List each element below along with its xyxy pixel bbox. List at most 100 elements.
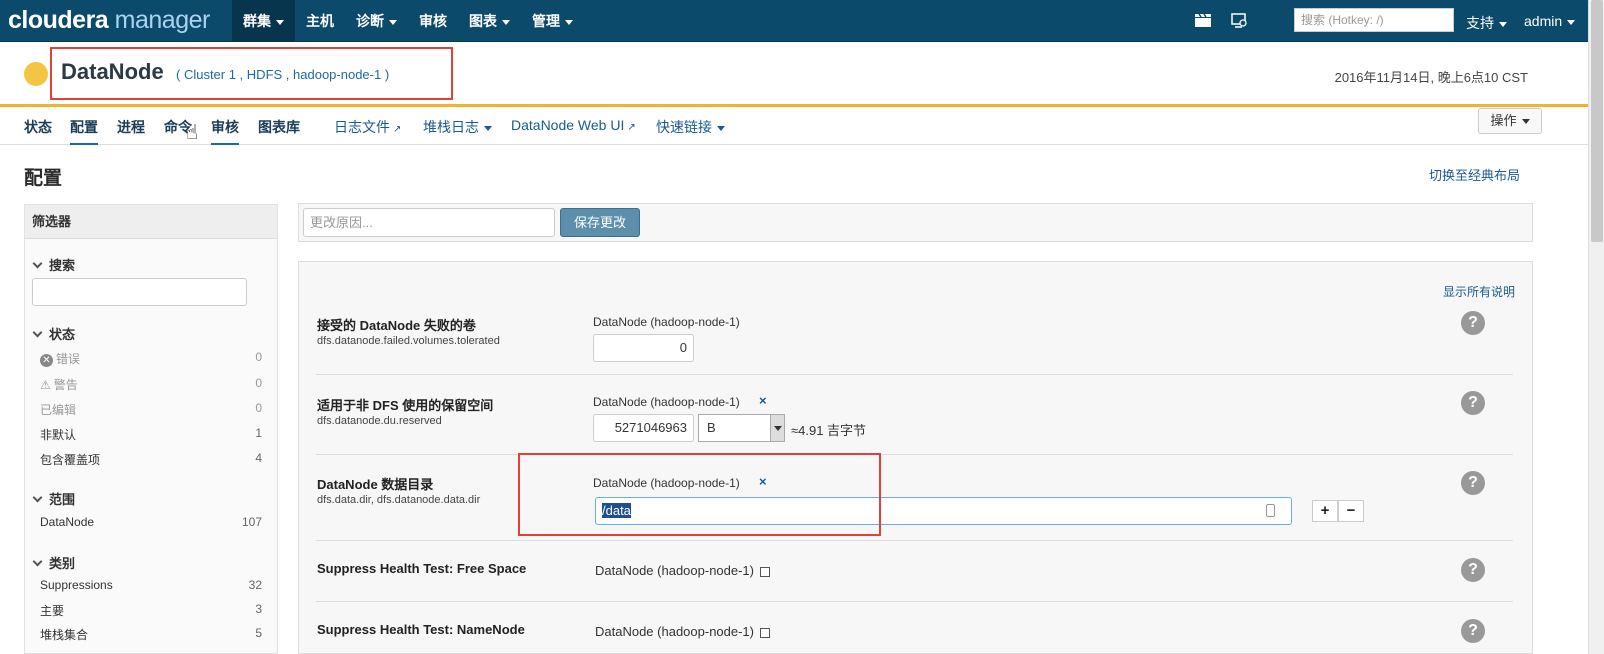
filter-category-stacks[interactable]: 堆栈集合 5 — [40, 626, 262, 643]
menu-diagnostics[interactable]: 诊断 — [345, 0, 408, 42]
menu-stack-logs[interactable]: 堆栈日志 — [423, 117, 492, 137]
user-menu[interactable]: admin — [1524, 13, 1576, 29]
property-scope: DataNode (hadoop-node-1) — [593, 315, 740, 329]
help-icon[interactable]: ? — [1461, 391, 1485, 415]
section-heading: 配置 — [24, 168, 63, 189]
filter-scope-datanode[interactable]: DataNode 107 — [40, 515, 262, 529]
tab-processes[interactable]: 进程 — [117, 117, 145, 137]
health-status-dot — [24, 62, 48, 86]
main-menu: 群集 主机 诊断 审核 图表 管理 — [232, 0, 584, 42]
config-panel — [298, 261, 1533, 654]
link-log-files[interactable]: 日志文件 ↗ — [334, 117, 401, 137]
chevron-down-icon — [32, 556, 43, 567]
chevron-down-icon — [1521, 119, 1530, 125]
approx-size-text: ≈4.91 吉字节 — [791, 423, 867, 438]
change-reason-bar: 保存更改 — [298, 203, 1533, 242]
menu-charts[interactable]: 图表 — [458, 0, 521, 42]
save-changes-button[interactable]: 保存更改 — [560, 208, 640, 237]
chevron-down-icon — [484, 125, 492, 131]
menu-audits[interactable]: 审核 — [408, 0, 458, 42]
row-divider — [316, 540, 1513, 541]
actions-button[interactable]: 操作 — [1478, 108, 1542, 134]
row-divider — [316, 454, 1513, 455]
suppress-free-space-checkbox-label[interactable]: DataNode (hadoop-node-1) — [595, 563, 770, 578]
property-title: 接受的 DataNode 失败的卷 — [317, 318, 476, 333]
row-divider — [316, 601, 1513, 602]
tab-charts-library[interactable]: 图表库 — [258, 117, 300, 137]
external-link-icon: ↗ — [627, 122, 636, 133]
filter-category-suppressions[interactable]: Suppressions 32 — [40, 578, 262, 592]
hand-cursor-icon: ☝ — [186, 122, 199, 144]
filter-status-warning[interactable]: ⚠ 警告 0 — [40, 376, 262, 393]
highlight-box-data-dir — [518, 453, 881, 536]
help-icon[interactable]: ? — [1461, 471, 1485, 495]
chevron-down-icon — [1499, 21, 1507, 27]
property-title: DataNode 数据目录 — [317, 477, 434, 492]
filter-search-input[interactable] — [32, 278, 247, 306]
support-menu[interactable]: 支持 — [1466, 13, 1507, 33]
menu-hosts[interactable]: 主机 — [295, 0, 345, 42]
remove-value-button[interactable]: − — [1338, 500, 1364, 522]
link-datanode-web-ui[interactable]: DataNode Web UI ↗ — [511, 117, 636, 133]
reserved-space-input[interactable]: 5271046963 — [593, 414, 694, 442]
failed-volumes-input[interactable]: 0 — [593, 334, 694, 362]
external-link-icon: ↗ — [393, 124, 402, 135]
chevron-down-icon — [770, 415, 784, 441]
role-subnav: 状态 配置 进程 命令 审核 图表库 日志文件 ↗ 堆栈日志 DataNode W… — [0, 107, 1588, 145]
property-key: dfs.datanode.failed.volumes.tolerated — [317, 335, 500, 347]
row-divider — [316, 374, 1513, 375]
menu-clusters[interactable]: 群集 — [232, 0, 295, 42]
property-key: dfs.datanode.du.reserved — [317, 415, 442, 427]
filter-category-toggle[interactable]: 类别 — [32, 553, 75, 572]
checkbox[interactable] — [760, 566, 770, 577]
chevron-down-icon — [32, 492, 43, 503]
current-datetime: 2016年11月14日, 晚上6点10 CST — [1334, 70, 1528, 85]
filter-title: 筛选器 — [25, 205, 277, 239]
change-reason-input[interactable] — [303, 208, 555, 237]
vertical-scrollbar[interactable] — [1588, 0, 1604, 654]
property-key: dfs.data.dir, dfs.datanode.data.dir — [317, 494, 481, 506]
chevron-down-icon — [502, 19, 510, 25]
global-search-input[interactable] — [1294, 8, 1454, 32]
text-edit-icon[interactable] — [1266, 504, 1275, 517]
unit-select[interactable]: B — [698, 414, 785, 442]
task-monitor-icon[interactable] — [1230, 12, 1248, 33]
chevron-down-icon — [32, 258, 43, 269]
property-title: 适用于非 DFS 使用的保留空间 — [317, 398, 494, 413]
switch-classic-layout-link[interactable]: 切换至经典布局 — [1429, 165, 1520, 184]
chevron-down-icon — [389, 19, 397, 25]
tab-audits[interactable]: 审核 — [211, 117, 239, 145]
menu-quick-links[interactable]: 快速链接 — [656, 117, 725, 137]
help-icon[interactable]: ? — [1461, 619, 1485, 643]
chevron-down-icon — [276, 19, 284, 25]
help-icon[interactable]: ? — [1461, 311, 1485, 335]
menu-admin[interactable]: 管理 — [521, 0, 584, 42]
warning-icon: ⚠ — [40, 378, 51, 392]
filter-search-toggle[interactable]: 搜索 — [32, 255, 75, 274]
suppress-namenode-checkbox-label[interactable]: DataNode (hadoop-node-1) — [595, 624, 770, 639]
brand-logo[interactable]: cloudera manager — [8, 6, 210, 35]
top-navbar: cloudera manager 群集 主机 诊断 审核 图表 管理 支持 ad… — [0, 0, 1588, 42]
chevron-down-icon — [717, 125, 725, 131]
filter-status-toggle[interactable]: 状态 — [32, 324, 75, 343]
tab-configuration[interactable]: 配置 — [70, 117, 98, 145]
filter-scope-toggle[interactable]: 范围 — [32, 489, 75, 508]
checkbox[interactable] — [760, 627, 770, 638]
show-all-descriptions-link[interactable]: 显示所有说明 — [1443, 283, 1515, 300]
highlight-box-title — [50, 47, 453, 100]
error-icon: ✕ — [40, 354, 53, 367]
filter-status-overrides[interactable]: 包含覆盖项 4 — [40, 451, 262, 468]
scrollbar-thumb[interactable] — [1591, 0, 1603, 242]
filter-status-edited[interactable]: 已编辑 0 — [40, 401, 262, 418]
filter-status-error[interactable]: ✕ 错误 0 — [40, 350, 262, 367]
remove-override-icon[interactable]: × — [759, 393, 767, 408]
add-value-button[interactable]: + — [1312, 500, 1338, 522]
property-title: Suppress Health Test: Free Space — [317, 561, 527, 576]
tab-status[interactable]: 状态 — [24, 117, 52, 137]
filter-status-non-default[interactable]: 非默认 1 — [40, 426, 262, 443]
chevron-down-icon — [32, 327, 43, 338]
chevron-down-icon — [1567, 19, 1576, 25]
filter-category-main[interactable]: 主要 3 — [40, 602, 262, 619]
clapperboard-icon[interactable] — [1194, 12, 1212, 33]
help-icon[interactable]: ? — [1461, 558, 1485, 582]
